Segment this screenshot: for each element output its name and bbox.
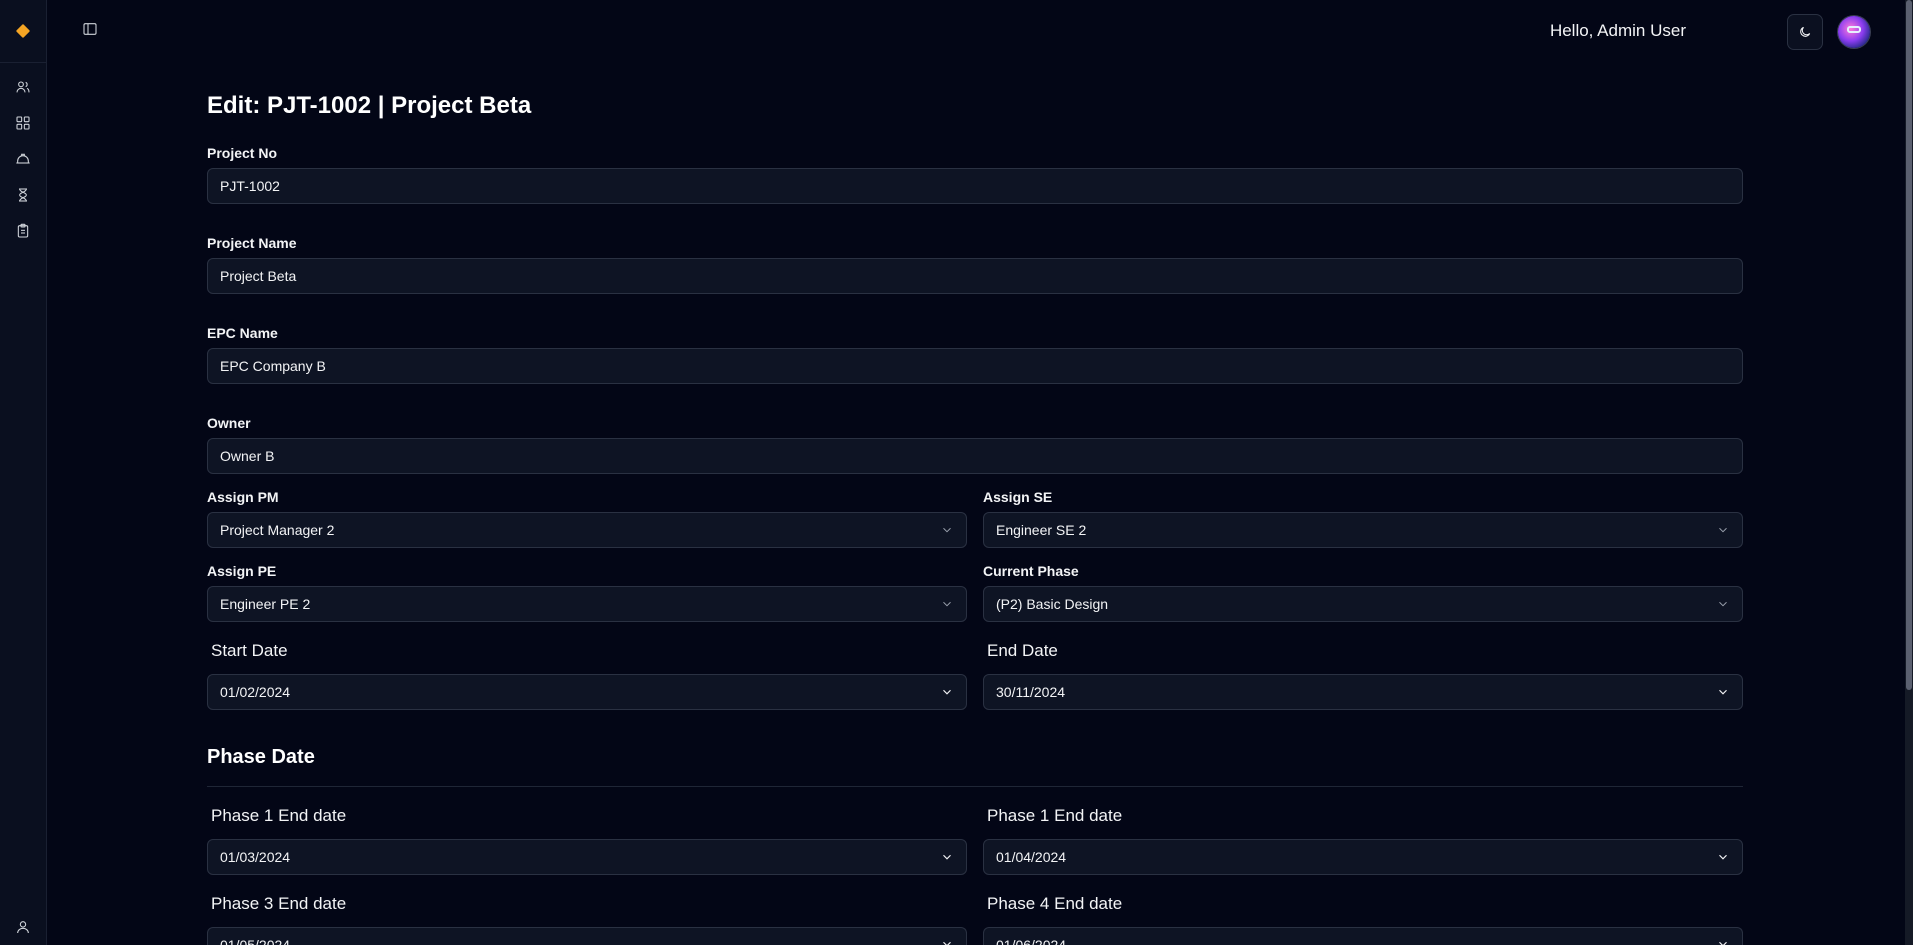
phase-2-end-date-picker[interactable]: 01/04/2024	[983, 839, 1743, 875]
theme-toggle-button[interactable]	[1787, 14, 1823, 50]
greeting-text: Hello, Admin User	[1549, 21, 1686, 40]
moon-icon	[1800, 26, 1811, 37]
phase-date-heading: Phase Date	[207, 746, 315, 768]
assign-se-select[interactable]: Engineer SE 2	[983, 512, 1743, 548]
chevron-down-icon	[1719, 601, 1727, 607]
project-no-value: PJT-1002	[220, 178, 280, 194]
project-name-label: Project Name	[207, 235, 297, 251]
start-date-picker[interactable]: 01/02/2024	[207, 674, 967, 710]
project-no-input[interactable]: PJT-1002	[207, 168, 1743, 204]
start-date-label: Start Date	[211, 641, 288, 660]
assign-pe-label: Assign PE	[207, 563, 277, 579]
phase-3-end-date-label: Phase 3 End date	[211, 894, 347, 913]
chevron-down-icon	[1719, 941, 1727, 945]
phase-1-end-date-picker[interactable]: 01/03/2024	[207, 839, 967, 875]
hard-hat-icon[interactable]	[13, 149, 33, 169]
chevron-down-icon	[943, 689, 951, 695]
user-icon[interactable]	[13, 917, 33, 937]
sidebar	[0, 0, 47, 945]
phase-3-end-date-picker[interactable]: 01/05/2024	[207, 927, 967, 945]
chevron-down-icon	[1719, 527, 1727, 533]
chevron-down-icon	[1719, 854, 1727, 860]
assign-pm-select[interactable]: Project Manager 2	[207, 512, 967, 548]
owner-label: Owner	[207, 415, 251, 431]
dashboard-grid-icon[interactable]	[13, 113, 33, 133]
phase-3-end-date-value: 01/05/2024	[220, 937, 291, 945]
end-date-value: 30/11/2024	[996, 684, 1066, 700]
phase-1-end-date-value: 01/03/2024	[220, 849, 291, 865]
assign-pm-label: Assign PM	[207, 489, 279, 505]
current-phase-select[interactable]: (P2) Basic Design	[983, 586, 1743, 622]
current-phase-label: Current Phase	[983, 563, 1079, 579]
phase-4-end-date-label: Phase 4 End date	[987, 894, 1123, 913]
assign-pe-select[interactable]: Engineer PE 2	[207, 586, 967, 622]
end-date-label: End Date	[987, 641, 1058, 660]
sidebar-toggle-icon[interactable]	[82, 21, 102, 41]
phase-1-end-date-label: Phase 1 End date	[211, 806, 347, 825]
clipboard-icon[interactable]	[13, 221, 33, 241]
epc-name-input[interactable]: EPC Company B	[207, 348, 1743, 384]
divider	[207, 786, 1743, 787]
avatar[interactable]	[1838, 16, 1870, 48]
scrollbar-thumb[interactable]	[1906, 0, 1912, 690]
project-name-value: Project Beta	[220, 268, 297, 284]
assign-pe-value: Engineer PE 2	[220, 596, 311, 612]
phase-2-end-date-label: Phase 1 End date	[987, 806, 1123, 825]
project-name-input[interactable]: Project Beta	[207, 258, 1743, 294]
start-date-value: 01/02/2024	[220, 684, 291, 700]
hourglass-icon[interactable]	[13, 185, 33, 205]
assign-pm-value: Project Manager 2	[220, 522, 335, 538]
chevron-down-icon	[943, 527, 951, 533]
assign-se-value: Engineer SE 2	[996, 522, 1087, 538]
owner-input[interactable]: Owner B	[207, 438, 1743, 474]
phase-4-end-date-picker[interactable]: 01/06/2024	[983, 927, 1743, 945]
owner-value: Owner B	[220, 448, 275, 464]
project-no-label: Project No	[207, 145, 278, 161]
chevron-down-icon	[943, 941, 951, 945]
users-icon[interactable]	[13, 77, 33, 97]
chevron-down-icon	[943, 854, 951, 860]
diamond-logo-icon	[15, 23, 31, 39]
page-title: Edit: PJT-1002 | Project Beta	[207, 92, 532, 119]
logo[interactable]	[0, 0, 46, 63]
end-date-picker[interactable]: 30/11/2024	[983, 674, 1743, 710]
phase-2-end-date-value: 01/04/2024	[996, 849, 1067, 865]
epc-name-value: EPC Company B	[220, 358, 326, 374]
chevron-down-icon	[943, 601, 951, 607]
current-phase-value: (P2) Basic Design	[996, 596, 1109, 612]
epc-name-label: EPC Name	[207, 325, 278, 341]
scrollbar[interactable]	[1905, 0, 1913, 945]
phase-4-end-date-value: 01/06/2024	[996, 937, 1067, 945]
chevron-down-icon	[1719, 689, 1727, 695]
assign-se-label: Assign SE	[983, 489, 1053, 505]
